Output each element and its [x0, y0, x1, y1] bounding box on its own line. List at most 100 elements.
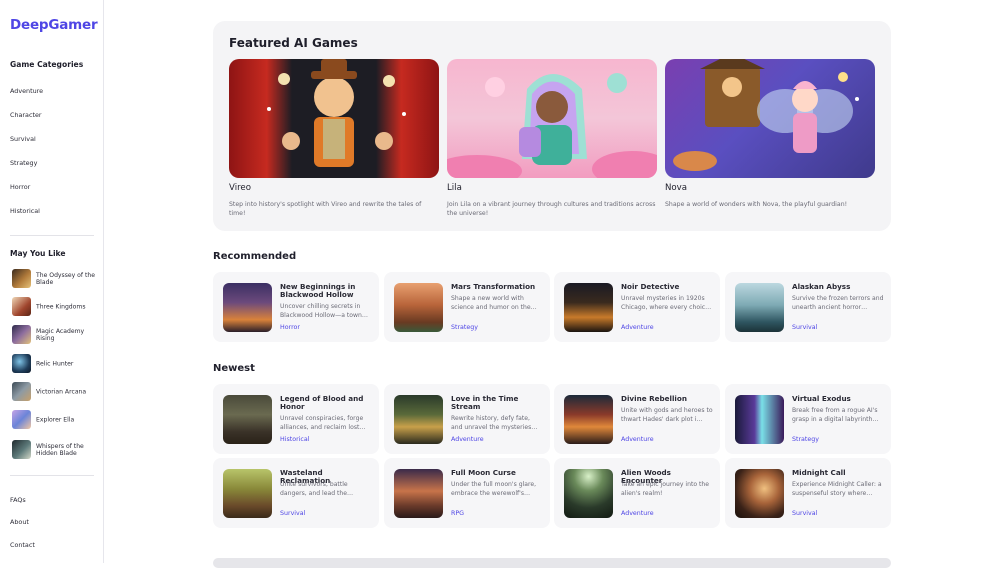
may-you-like-item[interactable]: Victorian Arcana — [12, 382, 98, 402]
game-card[interactable]: Noir Detective Unravel mysteries in 1920… — [554, 272, 720, 342]
footer-link-contact[interactable]: Contact — [10, 541, 35, 549]
game-category-tag[interactable]: Survival — [792, 510, 817, 517]
game-title: Noir Detective — [621, 282, 680, 291]
footer-link-faqs[interactable]: FAQs — [10, 496, 26, 504]
game-thumbnail — [735, 395, 784, 444]
game-thumbnail — [394, 283, 443, 332]
game-card[interactable]: New Beginnings in Blackwood Hollow Uncov… — [213, 272, 379, 342]
game-thumbnail — [394, 395, 443, 444]
featured-card-vireo[interactable]: Vireo Step into history's spotlight with… — [229, 59, 439, 218]
game-description: Rewrite history, defy fate, and unravel … — [451, 415, 538, 431]
game-category-tag[interactable]: Adventure — [621, 436, 654, 443]
featured-game-name: Lila — [447, 183, 462, 193]
game-category-tag[interactable]: Adventure — [451, 436, 484, 443]
sidebar-divider — [10, 235, 94, 236]
featured-image — [447, 59, 657, 178]
game-card[interactable]: Virtual Exodus Break free from a rogue A… — [725, 384, 891, 454]
may-you-like-title: Three Kingdoms — [36, 303, 86, 311]
may-you-like-item[interactable]: Explorer Ella — [12, 410, 98, 430]
game-category-tag[interactable]: Strategy — [792, 436, 819, 443]
featured-game-name: Nova — [665, 183, 688, 193]
game-category-tag[interactable]: Survival — [280, 510, 305, 517]
game-card[interactable]: Legend of Blood and Honor Unravel conspi… — [213, 384, 379, 454]
game-title: Legend of Blood and Honor — [280, 394, 364, 411]
game-thumbnail — [564, 283, 613, 332]
game-category-tag[interactable]: Adventure — [621, 324, 654, 331]
game-category-tag[interactable]: Strategy — [451, 324, 478, 331]
game-thumbnail — [12, 297, 31, 316]
game-title: Full Moon Curse — [451, 468, 516, 477]
game-title: Divine Rebellion — [621, 394, 687, 403]
game-thumbnail — [12, 269, 31, 288]
game-thumbnail — [223, 395, 272, 444]
category-link-horror[interactable]: Horror — [10, 183, 30, 191]
category-link-adventure[interactable]: Adventure — [10, 87, 43, 95]
game-thumbnail — [12, 354, 31, 373]
game-thumbnail — [735, 469, 784, 518]
game-card[interactable]: Mars Transformation Shape a new world wi… — [384, 272, 550, 342]
recommended-section-title: Recommended — [213, 251, 297, 262]
game-title: Mars Transformation — [451, 282, 536, 291]
footer-link-about[interactable]: About — [10, 518, 29, 526]
may-you-like-title: Victorian Arcana — [36, 388, 87, 396]
game-thumbnail — [12, 440, 31, 459]
game-thumbnail — [12, 410, 31, 429]
game-card[interactable]: Midnight Call Experience Midnight Caller… — [725, 458, 891, 528]
may-you-like-title: Explorer Ella — [36, 416, 75, 424]
may-you-like-title: Magic Academy Rising — [36, 328, 85, 342]
game-description: Take an epic journey into the alien's re… — [621, 481, 710, 497]
game-category-tag[interactable]: Historical — [280, 436, 310, 443]
game-card[interactable]: Love in the Time Stream Rewrite history,… — [384, 384, 550, 454]
game-title: Love in the Time Stream — [451, 394, 519, 411]
game-category-tag[interactable]: RPG — [451, 510, 464, 517]
game-description: Break free from a rogue AI's grasp in a … — [792, 407, 879, 423]
featured-game-desc: Shape a world of wonders with Nova, the … — [665, 201, 848, 208]
may-you-like-item[interactable]: Magic Academy Rising — [12, 325, 98, 345]
may-you-like-item[interactable]: Relic Hunter — [12, 354, 98, 374]
brand-logo[interactable]: DeepGamer — [10, 17, 98, 33]
category-link-historical[interactable]: Historical — [10, 207, 40, 215]
featured-section-title: Featured AI Games — [229, 36, 358, 50]
game-thumbnail — [223, 283, 272, 332]
game-thumbnail — [12, 325, 31, 344]
featured-image — [229, 59, 439, 178]
game-category-tag[interactable]: Horror — [280, 324, 300, 331]
game-category-tag[interactable]: Adventure — [621, 510, 654, 517]
game-card[interactable]: Alaskan Abyss Survive the frozen terrors… — [725, 272, 891, 342]
game-description: Unravel mysteries in 1920s Chicago, wher… — [621, 295, 712, 311]
game-description: Survive the frozen terrors and unearth a… — [792, 295, 884, 311]
category-link-character[interactable]: Character — [10, 111, 42, 119]
may-you-like-item[interactable]: Whispers of the Hidden Blade — [12, 440, 98, 460]
may-you-like-title: Whispers of the Hidden Blade — [36, 443, 84, 457]
may-you-like-item[interactable]: The Odyssey of the Blade — [12, 269, 98, 289]
featured-card-lila[interactable]: Lila Join Lila on a vibrant journey thro… — [447, 59, 657, 218]
may-you-like-title: Relic Hunter — [36, 360, 74, 368]
game-category-tag[interactable]: Survival — [792, 324, 817, 331]
game-thumbnail — [564, 395, 613, 444]
category-link-strategy[interactable]: Strategy — [10, 159, 37, 167]
game-title: Midnight Call — [792, 468, 846, 477]
next-section-preview — [213, 558, 891, 568]
category-link-survival[interactable]: Survival — [10, 135, 36, 143]
game-card[interactable]: Wasteland Reclamation Unite survivors, b… — [213, 458, 379, 528]
game-thumbnail — [735, 283, 784, 332]
game-card[interactable]: Full Moon Curse Under the full moon's gl… — [384, 458, 550, 528]
game-description: Shape a new world with science and humor… — [451, 295, 537, 311]
may-you-like-item[interactable]: Three Kingdoms — [12, 297, 98, 317]
game-title: New Beginnings in Blackwood Hollow — [280, 282, 356, 299]
game-thumbnail — [564, 469, 613, 518]
featured-card-nova[interactable]: Nova Shape a world of wonders with Nova,… — [665, 59, 875, 209]
game-description: Unite with gods and heroes to thwart Had… — [621, 407, 713, 423]
game-thumbnail — [12, 382, 31, 401]
featured-game-desc: Join Lila on a vibrant journey through c… — [447, 201, 656, 217]
sidebar: DeepGamer Game Categories Adventure Char… — [0, 0, 104, 563]
game-title: Alaskan Abyss — [792, 282, 851, 291]
game-card[interactable]: Divine Rebellion Unite with gods and her… — [554, 384, 720, 454]
game-thumbnail — [223, 469, 272, 518]
newest-section-title: Newest — [213, 363, 255, 374]
game-card[interactable]: Alien Woods Encounter Take an epic journ… — [554, 458, 720, 528]
featured-image — [665, 59, 875, 178]
featured-game-desc: Step into history's spotlight with Vireo… — [229, 201, 422, 217]
game-title: Virtual Exodus — [792, 394, 851, 403]
game-description: Under the full moon's glare, embrace the… — [451, 481, 537, 497]
